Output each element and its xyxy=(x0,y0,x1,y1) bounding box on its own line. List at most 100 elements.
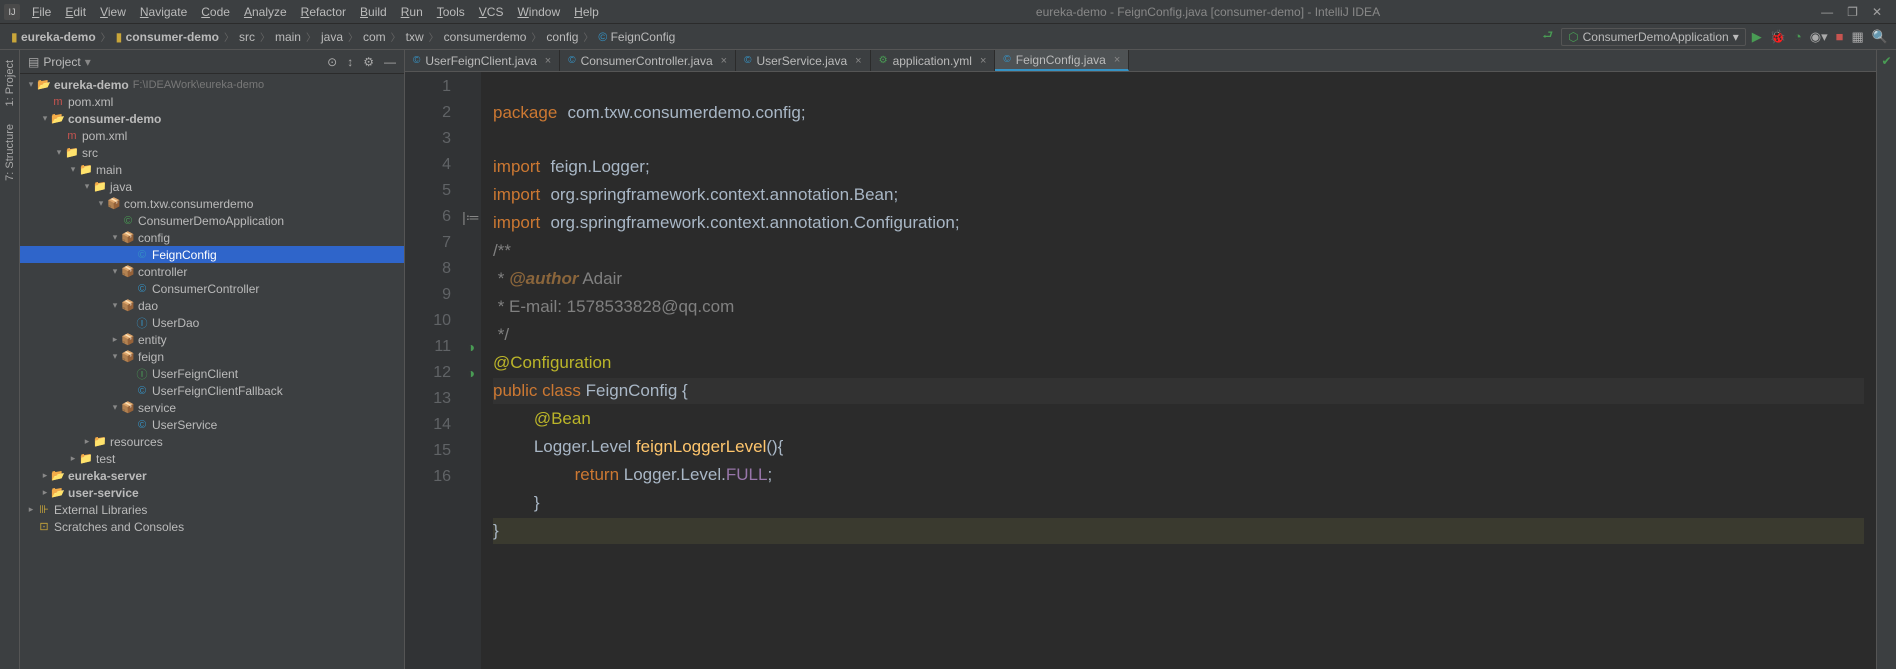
menu-refactor[interactable]: Refactor xyxy=(295,3,352,21)
editor-tab[interactable]: ©ConsumerController.java× xyxy=(560,50,736,71)
menu-navigate[interactable]: Navigate xyxy=(134,3,193,21)
tree-node[interactable]: ▾📦controller xyxy=(20,263,404,280)
layout-icon[interactable]: ▦ xyxy=(1852,29,1864,45)
gutter-icons: |≔ ◑ ◑ xyxy=(461,72,481,669)
tree-node[interactable]: ⒾUserDao xyxy=(20,314,404,331)
editor-tab[interactable]: ©UserFeignClient.java× xyxy=(405,50,560,71)
minimize-icon[interactable]: — xyxy=(1821,5,1833,19)
breadcrumb-sep: 〉 xyxy=(306,29,316,44)
crumb-item[interactable]: ▮ eureka-demo xyxy=(8,30,99,44)
close-icon[interactable]: × xyxy=(545,55,551,67)
menu-edit[interactable]: Edit xyxy=(59,3,92,21)
tree-node[interactable]: ©ConsumerController xyxy=(20,280,404,297)
tree-node[interactable]: ▾📁src xyxy=(20,144,404,161)
run-config-label: ConsumerDemoApplication xyxy=(1583,30,1729,44)
code-editor[interactable]: package com.txw.consumerdemo.config; imp… xyxy=(481,72,1876,669)
tree-node[interactable]: ▸📦entity xyxy=(20,331,404,348)
gear-icon[interactable]: ⚙ xyxy=(363,55,374,69)
select-opened-file-icon[interactable]: ⊙ xyxy=(327,55,337,69)
hide-icon[interactable]: — xyxy=(384,55,396,69)
project-header-chevron-icon[interactable]: ▤ xyxy=(28,55,39,69)
breadcrumb-sep: 〉 xyxy=(260,29,270,44)
profile-icon[interactable]: ◉▾ xyxy=(1810,29,1828,45)
tree-node[interactable]: mpom.xml xyxy=(20,93,404,110)
tree-node[interactable]: ▸📁test xyxy=(20,450,404,467)
tree-node[interactable]: ▾📁main xyxy=(20,161,404,178)
title-bar: IJ FileEditViewNavigateCodeAnalyzeRefact… xyxy=(0,0,1896,24)
editor-tab[interactable]: ⚙application.yml× xyxy=(871,50,996,71)
inspection-ok-icon[interactable]: ✔ xyxy=(1881,54,1891,68)
run-config-selector[interactable]: ⬡ ConsumerDemoApplication ▾ xyxy=(1561,28,1746,46)
expand-all-icon[interactable]: ↕ xyxy=(347,55,353,69)
tree-node[interactable]: ▸📂user-service xyxy=(20,484,404,501)
structure-tool-button[interactable]: 7: Structure xyxy=(4,120,16,185)
left-tool-strip: 1: Project 7: Structure xyxy=(0,50,20,669)
menu-tools[interactable]: Tools xyxy=(431,3,471,21)
chevron-down-icon: ▾ xyxy=(1733,30,1739,44)
tree-node[interactable]: ▾📦service xyxy=(20,399,404,416)
tree-node[interactable]: ©UserFeignClientFallback xyxy=(20,382,404,399)
tree-node[interactable]: ▸📂eureka-server xyxy=(20,467,404,484)
tree-node[interactable]: ▾📦config xyxy=(20,229,404,246)
coverage-icon[interactable]: ◔ xyxy=(1794,29,1802,44)
run-gutter-icon[interactable]: ◑ xyxy=(461,360,481,386)
tree-node[interactable]: ▾📦com.txw.consumerdemo xyxy=(20,195,404,212)
tree-node[interactable]: ▸📁resources xyxy=(20,433,404,450)
line-gutter[interactable]: 12345678910111213141516 xyxy=(405,72,461,669)
close-icon[interactable]: × xyxy=(721,55,727,67)
search-icon[interactable]: 🔍 xyxy=(1872,29,1888,45)
crumb-item[interactable]: java xyxy=(318,30,346,44)
editor-tab[interactable]: ©UserService.java× xyxy=(736,50,871,71)
crumb-item[interactable]: ▮ consumer-demo xyxy=(113,30,222,44)
crumb-item[interactable]: © FeignConfig xyxy=(595,30,678,44)
crumb-item[interactable]: main xyxy=(272,30,304,44)
project-tool-button[interactable]: 1: Project xyxy=(4,56,16,110)
crumb-item[interactable]: com xyxy=(360,30,389,44)
tree-node[interactable]: ©UserService xyxy=(20,416,404,433)
tree-node[interactable]: mpom.xml xyxy=(20,127,404,144)
maximize-icon[interactable]: ❐ xyxy=(1847,5,1858,19)
tree-node[interactable]: ©ConsumerDemoApplication xyxy=(20,212,404,229)
app-logo: IJ xyxy=(4,4,20,20)
breadcrumb-sep: 〉 xyxy=(348,29,358,44)
crumb-item[interactable]: txw xyxy=(403,30,427,44)
tree-node[interactable]: ▾📦dao xyxy=(20,297,404,314)
debug-icon[interactable]: 🐞 xyxy=(1770,29,1786,45)
tree-node[interactable]: ▾📂consumer-demo xyxy=(20,110,404,127)
menu-window[interactable]: Window xyxy=(511,3,566,21)
menu-help[interactable]: Help xyxy=(568,3,605,21)
tree-node[interactable]: ©FeignConfig xyxy=(20,246,404,263)
spring-icon: ⬡ xyxy=(1568,30,1578,44)
menu-run[interactable]: Run xyxy=(395,3,429,21)
close-icon[interactable]: × xyxy=(1114,54,1120,66)
tree-node[interactable]: ⒾUserFeignClient xyxy=(20,365,404,382)
menu-analyze[interactable]: Analyze xyxy=(238,3,293,21)
run-icon[interactable]: ▶ xyxy=(1752,29,1762,45)
menu-file[interactable]: File xyxy=(26,3,57,21)
menu-code[interactable]: Code xyxy=(195,3,236,21)
editor-tab[interactable]: ©FeignConfig.java× xyxy=(995,50,1129,71)
breadcrumb-sep: 〉 xyxy=(583,29,593,44)
run-gutter-icon[interactable]: ◑ xyxy=(461,334,481,360)
menu-build[interactable]: Build xyxy=(354,3,393,21)
right-tool-strip: ✔ xyxy=(1876,50,1896,669)
project-header-title: Project xyxy=(43,55,80,69)
stop-icon[interactable]: ■ xyxy=(1836,29,1844,44)
menu-vcs[interactable]: VCS xyxy=(473,3,510,21)
menu-view[interactable]: View xyxy=(94,3,132,21)
chevron-down-icon[interactable]: ▾ xyxy=(85,55,91,69)
project-tree[interactable]: ▾📂eureka-demoF:\IDEAWork\eureka-demompom… xyxy=(20,74,404,669)
tree-node[interactable]: ▾📂eureka-demoF:\IDEAWork\eureka-demo xyxy=(20,76,404,93)
editor-area: ©UserFeignClient.java×©ConsumerControlle… xyxy=(405,50,1876,669)
tree-node[interactable]: ▾📦feign xyxy=(20,348,404,365)
crumb-item[interactable]: src xyxy=(236,30,258,44)
close-icon[interactable]: ✕ xyxy=(1872,5,1882,19)
build-icon[interactable]: ⮐ xyxy=(1542,26,1553,47)
close-icon[interactable]: × xyxy=(855,55,861,67)
tree-node[interactable]: ▸⊪External Libraries xyxy=(20,501,404,518)
crumb-item[interactable]: consumerdemo xyxy=(441,30,530,44)
tree-node[interactable]: ▾📁java xyxy=(20,178,404,195)
crumb-item[interactable]: config xyxy=(543,30,581,44)
tree-node[interactable]: ⊡Scratches and Consoles xyxy=(20,518,404,535)
close-icon[interactable]: × xyxy=(980,55,986,67)
